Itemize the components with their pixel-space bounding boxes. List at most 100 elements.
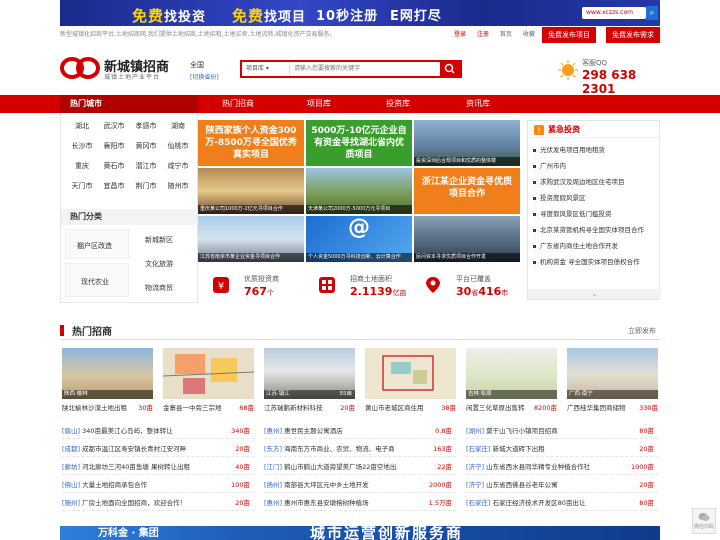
banner-search-icon[interactable]: ⌕ — [646, 6, 658, 20]
urgent-item[interactable]: 求购武汉及周边地区住宅项目 — [528, 175, 661, 189]
search-input[interactable] — [294, 62, 438, 76]
city-link[interactable]: 随州市 — [161, 181, 195, 191]
city-link[interactable]: 潜江市 — [129, 161, 163, 171]
nav-hot-investment[interactable]: 热门招商 — [222, 95, 254, 113]
featured-tile[interactable]: 浙江某企业资金寻优质项目合作 — [414, 168, 520, 214]
land-card[interactable]: 江苏·镇江 55亩 江苏瑞鹏新材料科技 20亩 — [264, 348, 355, 414]
stat-land-area: 招商土地面积 2.1139亿亩 — [304, 270, 410, 300]
urgent-item[interactable]: 北京某资管机构寻全国实体项目合作 — [528, 223, 661, 237]
city-link[interactable]: 黄冈市 — [129, 141, 163, 151]
listing-row[interactable]: [江门] 鹤山市鹤山大道旁望美厂场22亩空地出 22亩 — [264, 460, 456, 475]
chevron-down-icon[interactable]: ⌄ — [528, 289, 661, 299]
listing-row[interactable]: [随州] 厂房土地面向全国招商，欢迎合作！ 20亩 — [62, 496, 254, 511]
publish-demand-button[interactable]: 免费发布需求 — [606, 27, 660, 43]
search-icon — [444, 63, 455, 74]
nav-investor-library[interactable]: 投资库 — [386, 95, 410, 113]
banner-free-project: 免费找项目 — [232, 7, 307, 25]
wechat-float-button[interactable]: 微信扫码 — [692, 508, 716, 534]
urgent-item[interactable]: 广东省内商住土地合作开发 — [528, 239, 661, 253]
bottom-banner-slogan: 城市运营创新服务商 — [310, 526, 464, 540]
listing-row[interactable]: [湖州] 莫干山飞行小镇项目招商 80亩 — [466, 424, 658, 439]
category-link[interactable]: 文化旅游 — [145, 259, 173, 269]
publish-now-link[interactable]: 立即发布 — [628, 326, 656, 336]
featured-tile[interactable]: 重庆某公司1000万-2亿元寻项目合作 — [198, 168, 304, 214]
city-link[interactable]: 黄石市 — [97, 161, 131, 171]
city-link[interactable]: 天门市 — [65, 181, 99, 191]
at-sign-icon: @ — [348, 216, 370, 240]
city-link[interactable]: 湖南 — [161, 121, 195, 131]
land-map-image — [163, 348, 254, 399]
switch-city-link[interactable]: [切换省份] — [190, 72, 219, 81]
qq-label: 客服QQ — [582, 59, 608, 67]
category-link[interactable]: 新城新区 — [145, 235, 173, 245]
featured-tile[interactable]: 江苏省南京市某企业资金寻项目合作 — [198, 216, 304, 262]
nav-project-library[interactable]: 项目库 — [307, 95, 331, 113]
featured-tile[interactable]: 陕西家族个人资金300万-8500万寻全国优秀真实项目 — [198, 120, 304, 166]
favorite-link[interactable]: 收藏 — [523, 31, 535, 38]
city-link[interactable]: 孝感市 — [129, 121, 163, 131]
qq-number: 298 638 2301 — [582, 68, 637, 96]
listing-row[interactable]: [济宁] 山东省西水县同华精专业种植合作社 1000亩 — [466, 460, 658, 475]
search-button[interactable] — [440, 62, 460, 76]
login-link[interactable]: 登录 — [454, 31, 466, 38]
category-link[interactable]: 物流商贸 — [145, 283, 173, 293]
land-card[interactable]: 金寨县一中旁三宗地 68亩 — [163, 348, 254, 414]
urgent-item[interactable]: 广州市内 — [528, 159, 661, 173]
listing-row[interactable]: [成都] 成都市温江区寿安镇长青村江安河畔 20亩 — [62, 442, 254, 457]
customer-service[interactable]: 客服QQ 298 638 2301 — [558, 56, 660, 96]
banner-slogan: E网打尽 — [390, 9, 442, 24]
top-bar: 新型城镇化招商平台,土地招商网,我们提供土地招商,土地招租,土地买卖,土地流转,… — [60, 27, 660, 43]
search-type-select[interactable]: 项目库 ▾ — [242, 62, 290, 76]
city-link[interactable]: 襄阳市 — [97, 141, 131, 151]
urgent-item[interactable]: 机构资金 寻全国实体项目债权合作 — [528, 255, 661, 269]
publish-project-button[interactable]: 免费发布项目 — [542, 27, 596, 43]
listing-row[interactable]: [扬州] 南部县大坪区元中乡土地开发 2000亩 — [264, 478, 456, 493]
featured-tile[interactable]: 5000万-10亿元企业自有资金寻找湖北省内优质项目 — [306, 120, 412, 166]
category-link[interactable]: 棚户区改造 — [77, 241, 112, 251]
land-card[interactable]: 陕西·榆林 陕北榆林沙漠土地出租 30亩 — [62, 348, 153, 414]
featured-tile[interactable]: @ 个人资金5000万寻科技创新、云计算合作 — [306, 216, 412, 262]
city-link[interactable]: 宜昌市 — [97, 181, 131, 191]
listing-row[interactable]: [东方] 海南东方市商业、农贸、物流、电子商 163亩 — [264, 442, 456, 457]
city-link[interactable]: 重庆 — [65, 161, 99, 171]
main-nav: 热门城市 热门招商 项目库 投资库 资讯库 — [0, 95, 720, 113]
city-link[interactable]: 长沙市 — [65, 141, 99, 151]
city-link[interactable]: 荆门市 — [129, 181, 163, 191]
land-card[interactable]: 吉林·松原 闲置三化草原出售转 8200亩 — [466, 348, 557, 414]
current-city: 全国 [切换省份] — [190, 60, 219, 81]
city-link[interactable]: 咸宁市 — [161, 161, 195, 171]
listing-row[interactable]: [廊坊] 河北廊坊三河40亩鱼塘 果树转让出租 40亩 — [62, 460, 254, 475]
location-pin-icon — [426, 277, 440, 293]
listing-row[interactable]: [济宁] 山东省西佛县谷老年公寓 20亩 — [466, 478, 658, 493]
urgent-item[interactable]: 寻度假风景区低门槛投资 — [528, 207, 661, 221]
land-map-image — [365, 348, 456, 399]
bottom-ad-banner[interactable]: 万科金 · 集团 城市运营创新服务商 — [60, 526, 660, 540]
listing-row[interactable]: [石家庄] 石家庄经济技术开发区80亩出让 80亩 — [466, 496, 658, 511]
listing-row[interactable]: [石家庄] 新城大道砖下出租 20亩 — [466, 442, 658, 457]
listing-row[interactable]: [眉山] 340亩最美江心岛屿，整体转让 340亩 — [62, 424, 254, 439]
land-card[interactable]: 黄山市老城区商住用 38亩 — [365, 348, 456, 414]
listing-row[interactable]: [佛山] 大量土地招商承包合作 100亩 — [62, 478, 254, 493]
section-accent — [60, 325, 64, 336]
logo-icon[interactable] — [60, 56, 100, 80]
land-image: 江苏·镇江 55亩 — [264, 348, 355, 399]
listing-row[interactable]: [惠州] 惠世民主题公寓酒店 0.8亩 — [264, 424, 456, 439]
urgent-item[interactable]: 光伏发电项目用地租赁 — [528, 143, 661, 157]
svg-text:¥: ¥ — [218, 281, 224, 292]
land-image: 广西·南宁 — [567, 348, 658, 399]
nav-news-library[interactable]: 资讯库 — [466, 95, 490, 113]
category-link[interactable]: 现代农业 — [81, 277, 109, 287]
urgent-item[interactable]: 投资度假风景区 — [528, 191, 661, 205]
land-card[interactable]: 广西·南宁 广西桂华集团商储物 330亩 — [567, 348, 658, 414]
city-link[interactable]: 仙桃市 — [161, 141, 195, 151]
listing-row[interactable]: [惠州] 惠州市惠东县安墩榕树种植场 1.5万亩 — [264, 496, 456, 511]
city-link[interactable]: 武汉市 — [97, 121, 131, 131]
city-link[interactable]: 湖北 — [65, 121, 99, 131]
featured-tile[interactable]: 民间资本寻求优质项目合作开发 — [414, 216, 520, 262]
top-promo-banner[interactable]: 免费找投资 免费找项目 10秒注册 E网打尽 www.xczzs.com ⌕ — [60, 0, 660, 26]
register-link[interactable]: 注册 — [477, 31, 489, 38]
home-link[interactable]: 首页 — [500, 31, 512, 38]
featured-tile[interactable]: 投资深圳后合规项目和优质的整体楼 — [414, 120, 520, 166]
banner-url: www.xczzs.com — [582, 7, 646, 19]
featured-tile[interactable]: 天津某公司2000万-5000万元寻项目 — [306, 168, 412, 214]
